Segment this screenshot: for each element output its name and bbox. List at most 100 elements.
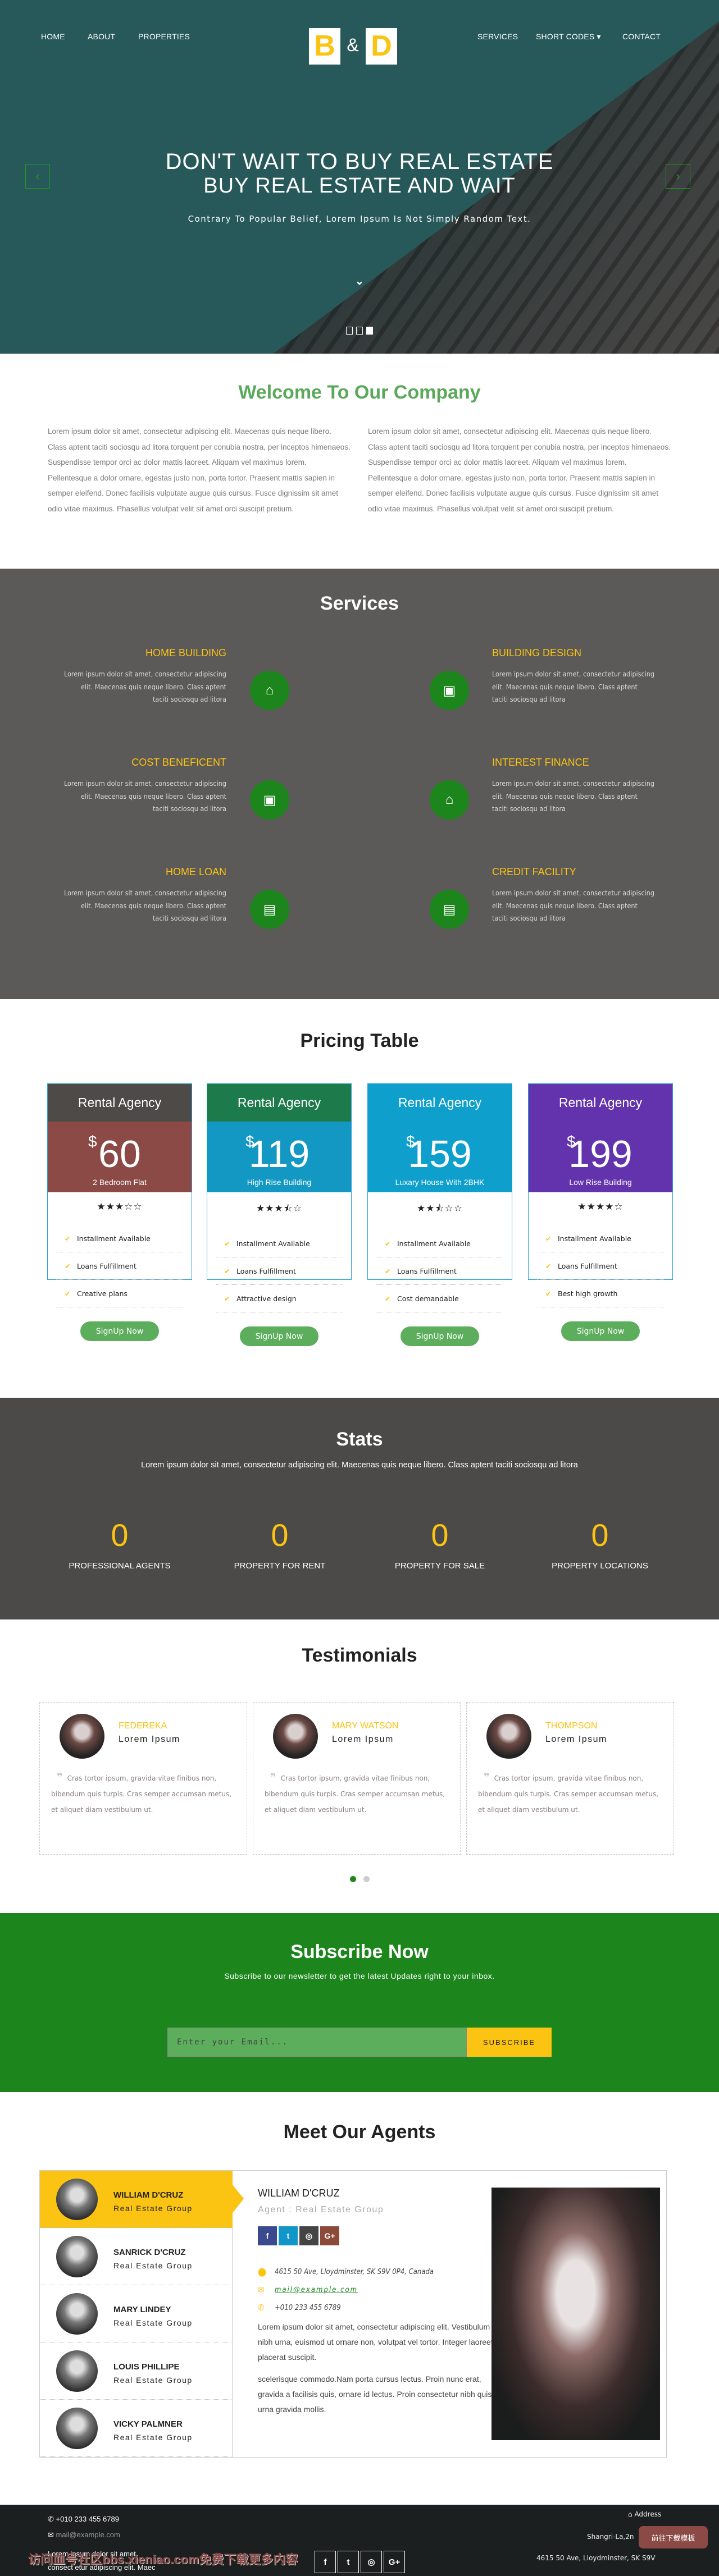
service-item: BUILDING DESIGN Lorem ipsum dolor sit ame… <box>492 647 655 706</box>
feature-text: Installment Available <box>397 1239 471 1248</box>
service-text: Lorem ipsum dolor sit amet, consectetur … <box>492 889 655 922</box>
signup-button[interactable]: SignUp Now <box>561 1321 640 1341</box>
feature-item: ✔ Best high growth <box>537 1280 664 1307</box>
signup-button[interactable]: SignUp Now <box>401 1326 479 1346</box>
check-icon: ✔ <box>545 1261 552 1270</box>
facebook-icon[interactable]: f <box>315 2551 336 2573</box>
star-half-icon: ⯪ <box>283 1203 293 1214</box>
feature-text: Attractive design <box>236 1294 297 1303</box>
footer-address-2: 4615 50 Ave, Lloydminster, SK S9V <box>536 2554 656 2562</box>
testimonial-card: MARY WATSON Lorem Ipsum ❞ Cras tortor ipsum… <box>253 1702 461 1855</box>
footer-email-link[interactable]: mail@example.com <box>56 2531 120 2539</box>
signup-button[interactable]: SignUp Now <box>80 1321 159 1341</box>
nav-about[interactable]: ABOUT <box>88 32 115 41</box>
agent-list-item[interactable]: WILLIAM D'CRUZ Real Estate Group <box>40 2171 244 2228</box>
home-icon: ⌂ <box>430 780 469 820</box>
download-template-button[interactable]: 前往下载模板 <box>639 2526 708 2548</box>
check-icon: ✔ <box>65 1261 71 1270</box>
star-empty-icon: ☆ <box>293 1203 303 1214</box>
slide-dot[interactable] <box>346 327 353 335</box>
service-text: Lorem ipsum dolor sit amet, consectetur … <box>63 889 226 922</box>
pager-dot[interactable] <box>363 1876 370 1882</box>
stats-subtitle: Lorem ipsum dolor sit amet, consectetur … <box>141 1461 578 1470</box>
stat-value: 0 <box>111 1517 129 1553</box>
check-icon: ✔ <box>545 1289 552 1298</box>
feature-item: ✔ Cost demandable <box>376 1285 503 1312</box>
testimonial-quote: ❞ Cras tortor ipsum, gravida vitae finibu… <box>51 1770 233 1818</box>
stat-label: PROPERTY LOCATIONS <box>552 1561 648 1571</box>
testimonials-section: Testimonials FEDEREKA Lorem Ipsum ❞ Cras to… <box>0 1619 719 1913</box>
pricing-card: Rental Agency $199 Low Rise Building ★★★★☆ ✔… <box>528 1083 673 1341</box>
agent-list-org: Real Estate Group <box>113 2261 193 2270</box>
agent-list-item[interactable]: SANRICK D'CRUZ Real Estate Group <box>40 2228 233 2285</box>
agent-bio-1: Lorem ipsum dolor sit amet, consectetur … <box>258 2322 493 2362</box>
dribbble-icon[interactable]: ◎ <box>361 2551 382 2573</box>
nav-properties[interactable]: PROPERTIES <box>138 32 190 41</box>
agents-section: Meet Our Agents WILLIAM D'CRUZ Real Estat… <box>0 2092 719 2505</box>
service-title: BUILDING DESIGN <box>492 647 582 658</box>
section-title: Stats <box>336 1429 383 1450</box>
agent-list: WILLIAM D'CRUZ Real Estate Group SANRICK D… <box>40 2171 244 2457</box>
dribbble-icon[interactable]: ◎ <box>299 2226 318 2245</box>
home-icon: ⌂ <box>250 671 289 710</box>
email-link[interactable]: mail@example.com <box>275 2286 358 2294</box>
nav-home[interactable]: HOME <box>41 32 65 41</box>
pager-dot-active[interactable] <box>349 1876 356 1882</box>
feature-text: Loans Fulfillment <box>236 1266 296 1275</box>
phone-icon: ✆ <box>258 2303 265 2313</box>
slide-dot-active[interactable] <box>366 327 373 335</box>
agent-list-org: Real Estate Group <box>113 2376 193 2385</box>
logo[interactable]: B & D <box>309 28 397 65</box>
agent-list-item[interactable]: MARY LINDEY Real Estate Group <box>40 2285 233 2342</box>
agent-bio-2: scelerisque commodo.Nam porta cursus lec… <box>258 2374 492 2414</box>
agent-list-item[interactable]: LOUIS PHILLIPE Real Estate Group <box>40 2342 233 2400</box>
footer-social-links: f t ◎ G+ <box>315 2551 405 2573</box>
chevron-down-icon[interactable]: ⌄ <box>0 274 719 288</box>
service-title: COST BENEFICENT <box>131 757 226 768</box>
email-input[interactable] <box>167 2028 467 2057</box>
feature-item: ✔ Installment Available <box>376 1230 503 1257</box>
slide-dot[interactable] <box>356 327 363 335</box>
subscribe-button[interactable]: SUBSCRIBE <box>467 2028 552 2057</box>
agent-list-name: SANRICK D'CRUZ <box>113 2248 186 2257</box>
agent-list-name: LOUIS PHILLIPE <box>113 2362 180 2372</box>
feature-text: Installment Available <box>77 1234 151 1243</box>
google-plus-icon[interactable]: G+ <box>320 2226 339 2245</box>
address-label: Address <box>634 2510 662 2518</box>
price: 119 <box>248 1133 310 1175</box>
services-section: Services HOME BUILDING Lorem ipsum dolor … <box>0 569 719 999</box>
twitter-icon[interactable]: t <box>279 2226 298 2245</box>
price: 159 <box>408 1133 472 1175</box>
card-title: Rental Agency <box>368 1084 512 1122</box>
agent-list-item[interactable]: VICKY PALMNER Real Estate Group <box>40 2400 233 2457</box>
star-rating: ★★★⯪☆ <box>207 1201 351 1218</box>
twitter-icon[interactable]: t <box>338 2551 359 2573</box>
facebook-icon[interactable]: f <box>258 2226 277 2245</box>
subscribe-subtitle: Subscribe to our newsletter to get the l… <box>224 1971 495 1980</box>
star-filled-icon: ★ <box>577 1201 587 1212</box>
feature-text: Loans Fulfillment <box>397 1266 457 1275</box>
hero-headline-1: DON'T WAIT TO BUY REAL ESTATE <box>165 149 554 174</box>
google-plus-icon[interactable]: G+ <box>384 2551 405 2573</box>
watermark: 访问血号社区bbs.xieniao.com免费下载更多内容 <box>28 2552 298 2566</box>
logo-d: D <box>366 28 397 65</box>
nav-contact[interactable]: CONTACT <box>622 32 661 41</box>
footer-phone: ✆ +010 233 455 6789 <box>48 2515 119 2524</box>
check-icon: ✔ <box>385 1294 391 1303</box>
agent-list-name: VICKY PALMNER <box>113 2419 183 2429</box>
feature-list: ✔ Installment Available ✔ Loans Fulfillment… <box>56 1225 183 1307</box>
nav-services[interactable]: SERVICES <box>477 32 518 41</box>
feature-item: ✔ Installment Available <box>56 1225 183 1252</box>
feature-text: Installment Available <box>236 1239 310 1248</box>
signup-button[interactable]: SignUp Now <box>240 1326 318 1346</box>
nav-short-codes[interactable]: SHORT CODES ▾ <box>536 32 601 42</box>
hero-subtitle: Contrary To Popular Belief, Lorem Ipsum … <box>188 214 531 224</box>
feature-list: ✔ Installment Available ✔ Loans Fulfillment… <box>376 1230 503 1312</box>
testimonial-name: FEDEREKA <box>119 1721 167 1731</box>
feature-item: ✔ Loans Fulfillment <box>56 1252 183 1280</box>
feature-text: Creative plans <box>77 1289 128 1298</box>
avatar <box>56 2293 98 2335</box>
hero-slider: HOME ABOUT PROPERTIES SERVICES SHORT COD… <box>0 0 719 354</box>
star-rating: ★★★★☆ <box>529 1201 672 1212</box>
check-icon: ✔ <box>385 1266 391 1275</box>
